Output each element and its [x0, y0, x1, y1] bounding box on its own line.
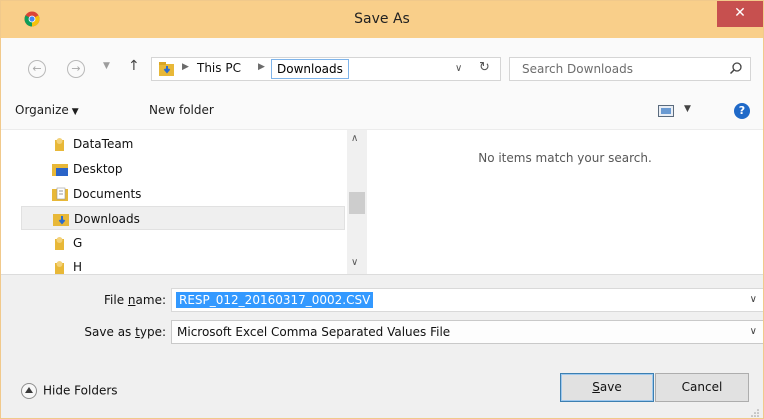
save-button[interactable]: Save: [560, 373, 654, 402]
chevron-down-icon: ▼: [71, 107, 79, 117]
save-as-type-select[interactable]: Microsoft Excel Comma Separated Values F…: [171, 320, 763, 344]
chevron-down-icon[interactable]: ∨: [750, 294, 757, 305]
user-folder-icon: [55, 261, 64, 274]
nav-item-downloads[interactable]: Downloads: [21, 206, 345, 230]
breadcrumb-separator[interactable]: ▶: [258, 62, 265, 72]
help-button[interactable]: ?: [734, 103, 750, 119]
nav-item-label: Desktop: [73, 162, 123, 176]
nav-item-g[interactable]: G: [21, 231, 345, 255]
chevron-down-icon: ∨: [455, 63, 463, 74]
collapse-up-icon: [21, 383, 37, 399]
desktop-folder-icon: [52, 164, 68, 176]
nav-item-datateam[interactable]: DataTeam: [21, 132, 345, 156]
search-box[interactable]: Search Downloads: [509, 57, 751, 81]
save-as-type-value: Microsoft Excel Comma Separated Values F…: [177, 325, 451, 339]
user-folder-icon: [55, 237, 64, 250]
downloads-folder-icon: [53, 214, 69, 226]
navigation-pane[interactable]: DataTeam Desktop Documents Downloads G H: [1, 130, 347, 274]
close-button[interactable]: ✕: [717, 1, 763, 27]
address-dropdown-button[interactable]: ∨: [455, 63, 462, 74]
nav-pane-scrollbar[interactable]: ∧ ∨: [347, 130, 367, 274]
back-button[interactable]: ←: [28, 60, 46, 78]
search-icon[interactable]: [729, 61, 743, 75]
file-name-input[interactable]: RESP_012_20160317_0002.CSV: [176, 292, 374, 308]
address-bar[interactable]: ▶ This PC ▶ Downloads ∨ ↻: [151, 57, 501, 81]
nav-item-documents[interactable]: Documents: [21, 182, 345, 206]
nav-item-label: G: [73, 236, 83, 250]
resize-grip-icon[interactable]: [751, 409, 759, 417]
documents-folder-icon: [52, 187, 68, 201]
breadcrumb-downloads[interactable]: Downloads: [271, 59, 349, 79]
forward-button[interactable]: →: [67, 60, 85, 78]
scroll-down-icon[interactable]: ∨: [351, 257, 358, 268]
change-view-icon[interactable]: [658, 105, 674, 117]
nav-item-desktop[interactable]: Desktop: [21, 157, 345, 181]
forward-arrow-icon: →: [71, 62, 81, 75]
chevron-down-icon[interactable]: ∨: [750, 326, 757, 337]
recent-locations-button[interactable]: ▼: [103, 61, 110, 71]
file-name-label: File name:: [104, 293, 166, 307]
chevron-down-icon: ▼: [103, 61, 110, 71]
title-bar[interactable]: Save As ✕: [1, 1, 763, 38]
breadcrumb-this-pc[interactable]: This PC: [197, 61, 241, 75]
empty-results-message: No items match your search.: [478, 151, 652, 165]
organize-menu[interactable]: Organize ▼: [15, 103, 79, 117]
scroll-thumb[interactable]: [349, 192, 365, 214]
nav-item-label: H: [73, 260, 83, 274]
command-bar: Organize ▼ New folder ▼ ?: [1, 92, 763, 130]
address-row: ← → ▼ ↑ ▶ This PC ▶ Downloads ∨ ↻ Search…: [1, 38, 763, 92]
close-icon: ✕: [734, 5, 746, 21]
window-title: Save As: [354, 11, 410, 27]
refresh-button[interactable]: ↻: [479, 60, 490, 75]
save-as-type-label: Save as type:: [84, 325, 166, 339]
breadcrumb-separator[interactable]: ▶: [182, 62, 189, 72]
search-input[interactable]: Search Downloads: [522, 62, 633, 76]
view-options-button[interactable]: ▼: [684, 104, 691, 114]
scroll-up-icon[interactable]: ∧: [351, 133, 358, 144]
save-form-area: File name: RESP_012_20160317_0002.CSV ∨ …: [1, 274, 763, 418]
up-arrow-icon: ↑: [128, 58, 140, 74]
file-name-field[interactable]: RESP_012_20160317_0002.CSV ∨: [171, 288, 763, 312]
hide-folders-button[interactable]: Hide Folders: [21, 383, 118, 399]
user-folder-icon: [55, 138, 64, 151]
downloads-folder-icon: [159, 62, 174, 76]
up-button[interactable]: ↑: [128, 58, 140, 74]
nav-item-label: Downloads: [74, 212, 140, 226]
nav-item-label: DataTeam: [73, 137, 134, 151]
cancel-button[interactable]: Cancel: [655, 373, 749, 402]
nav-item-label: Documents: [73, 187, 142, 201]
file-list-pane[interactable]: No items match your search.: [367, 130, 763, 274]
refresh-icon: ↻: [479, 60, 490, 75]
new-folder-button[interactable]: New folder: [149, 103, 214, 117]
back-arrow-icon: ←: [32, 62, 42, 75]
save-as-dialog: Save As ✕ ← → ▼ ↑ ▶ This PC ▶ Downloads …: [0, 0, 764, 419]
